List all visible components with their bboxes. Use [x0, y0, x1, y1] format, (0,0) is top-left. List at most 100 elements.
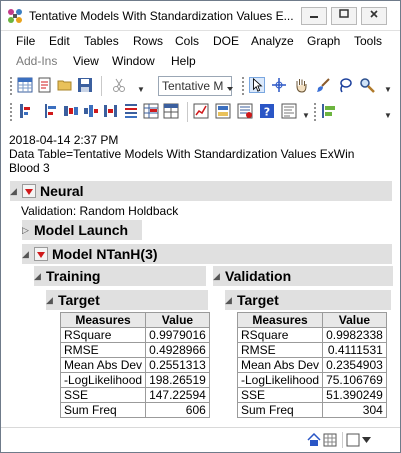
red-triangle-menu-icon[interactable] [34, 247, 48, 262]
align-left-icon[interactable] [321, 103, 337, 119]
new-data-table-icon[interactable] [17, 77, 33, 93]
disclosure-expanded-icon[interactable]: ◢ [10, 181, 22, 201]
measure-name: RSquare [236, 327, 324, 343]
graph-builder-icon[interactable] [193, 103, 209, 119]
menu-bar: File Edit Tables Rows Cols DOE Analyze G… [1, 32, 400, 50]
table-row: Mean Abs Dev 0.2551313 [59, 357, 210, 373]
training-target-outline-header[interactable]: ◢ Target [46, 290, 208, 310]
table-selector-combo[interactable]: Tentative M [158, 76, 232, 96]
measure-value: 0.4111531 [322, 342, 387, 358]
table-view-icon[interactable] [323, 433, 337, 447]
toolbar-grip[interactable] [313, 102, 317, 122]
help-icon[interactable]: ? [259, 103, 275, 119]
variability-icon[interactable] [123, 103, 139, 119]
measure-value: 0.9982338 [322, 327, 387, 343]
multivariate-icon[interactable] [83, 103, 99, 119]
title-bar[interactable]: Tentative Models With Standardization Va… [1, 1, 400, 31]
disclosure-expanded-icon[interactable]: ◢ [22, 244, 34, 264]
neural-outline-header[interactable]: ◢ Neural [10, 181, 392, 201]
report-timestamp: 2018-04-14 2:37 PM [9, 133, 119, 147]
save-icon[interactable] [77, 77, 93, 93]
measure-value: 0.2551313 [145, 357, 210, 373]
home-icon[interactable] [307, 433, 321, 447]
control-chart-icon[interactable] [103, 103, 119, 119]
toolbar-grip[interactable] [9, 102, 13, 122]
menu-help[interactable]: Help [171, 54, 196, 68]
layout-icon[interactable] [215, 103, 231, 119]
model-outline-header[interactable]: ◢ Model NTanH(3) [22, 244, 392, 264]
menu-edit[interactable]: Edit [49, 34, 70, 48]
script-window-icon[interactable] [281, 103, 297, 119]
measure-name: Sum Freq [236, 402, 324, 418]
menu-rows[interactable]: Rows [133, 34, 163, 48]
combo-dropdown-icon[interactable] [226, 85, 234, 93]
toolbar-overflow-icon[interactable]: ▼ [302, 112, 310, 122]
toolbar-grip[interactable] [9, 76, 13, 96]
measures-column-header: Measures [59, 312, 147, 328]
report-icon[interactable] [237, 103, 253, 119]
distribution-icon[interactable] [17, 103, 33, 119]
menu-doe[interactable]: DOE [213, 34, 239, 48]
measure-name: Mean Abs Dev [236, 357, 324, 373]
menu-cols[interactable]: Cols [175, 34, 199, 48]
validation-target-outline-header[interactable]: ◢ Target [225, 290, 391, 310]
training-measures-table: Measures Value RSquare 0.9979016 RMSE 0.49… [59, 312, 210, 418]
validation-measures-table: Measures Value RSquare 0.9982338 RMSE 0.41… [236, 312, 387, 418]
measure-name: Mean Abs Dev [59, 357, 147, 373]
measure-name: RMSE [236, 342, 324, 358]
disclosure-expanded-icon[interactable]: ◢ [34, 266, 46, 286]
toolbar-separator [187, 102, 188, 122]
cut-icon[interactable] [111, 77, 127, 93]
new-script-icon[interactable] [37, 77, 53, 93]
measure-value: 606 [145, 402, 210, 418]
model-launch-title: Model Launch [34, 222, 129, 238]
validation-target-title: Target [237, 292, 279, 308]
menu-add-ins[interactable]: Add-Ins [16, 54, 57, 68]
table-header-row: Measures Value [236, 312, 387, 328]
menu-analyze[interactable]: Analyze [251, 34, 294, 48]
lasso-tool-icon[interactable] [337, 77, 353, 93]
menu-view[interactable]: View [73, 54, 99, 68]
table-row: Sum Freq 606 [59, 402, 210, 418]
training-outline-header[interactable]: ◢ Training [34, 266, 206, 286]
crosshair-tool-icon[interactable] [271, 77, 287, 93]
fit-model-icon[interactable] [63, 103, 79, 119]
measure-value: 0.9979016 [145, 327, 210, 343]
tabulate-icon[interactable] [163, 103, 179, 119]
menu-file[interactable]: File [16, 34, 35, 48]
menu-window[interactable]: Window [112, 54, 155, 68]
table-row: -LogLikelihood 75.106769 [236, 372, 387, 388]
validation-outline-header[interactable]: ◢ Validation [213, 266, 393, 286]
open-folder-icon[interactable] [57, 77, 73, 93]
minimize-button[interactable] [301, 7, 327, 25]
validation-title: Validation [225, 268, 292, 284]
disclosure-expanded-icon[interactable]: ◢ [225, 290, 237, 310]
chevron-down-icon[interactable] [362, 437, 371, 444]
brush-tool-icon[interactable] [315, 77, 331, 93]
menu-tables[interactable]: Tables [84, 34, 119, 48]
arrow-tool-icon[interactable] [249, 77, 265, 93]
maximize-button[interactable] [331, 7, 357, 25]
checkbox-icon[interactable] [346, 433, 360, 447]
toolbar-overflow-icon[interactable]: ▼ [384, 86, 392, 96]
grabber-hand-icon[interactable] [293, 77, 309, 93]
toolbar-grip[interactable] [241, 76, 245, 96]
disclosure-expanded-icon[interactable]: ◢ [213, 266, 225, 286]
table-header-row: Measures Value [59, 312, 210, 328]
toolbar-overflow-icon[interactable]: ▼ [384, 112, 392, 122]
menu-tools[interactable]: Tools [354, 34, 382, 48]
table-row: SSE 147.22594 [59, 387, 210, 403]
pareto-icon[interactable] [143, 103, 159, 119]
model-launch-outline-header[interactable]: ▷ Model Launch [22, 220, 142, 240]
red-triangle-menu-icon[interactable] [22, 184, 36, 199]
fit-y-by-x-icon[interactable] [43, 103, 59, 119]
disclosure-collapsed-icon[interactable]: ▷ [22, 220, 34, 240]
menu-graph[interactable]: Graph [307, 34, 340, 48]
neural-title: Neural [40, 183, 84, 199]
toolbar-overflow-icon[interactable]: ▼ [137, 86, 145, 96]
measure-value: 198.26519 [145, 372, 210, 388]
close-button[interactable] [361, 7, 387, 25]
disclosure-expanded-icon[interactable]: ◢ [46, 290, 58, 310]
table-row: RSquare 0.9982338 [236, 327, 387, 343]
magnifier-icon[interactable] [359, 77, 375, 93]
